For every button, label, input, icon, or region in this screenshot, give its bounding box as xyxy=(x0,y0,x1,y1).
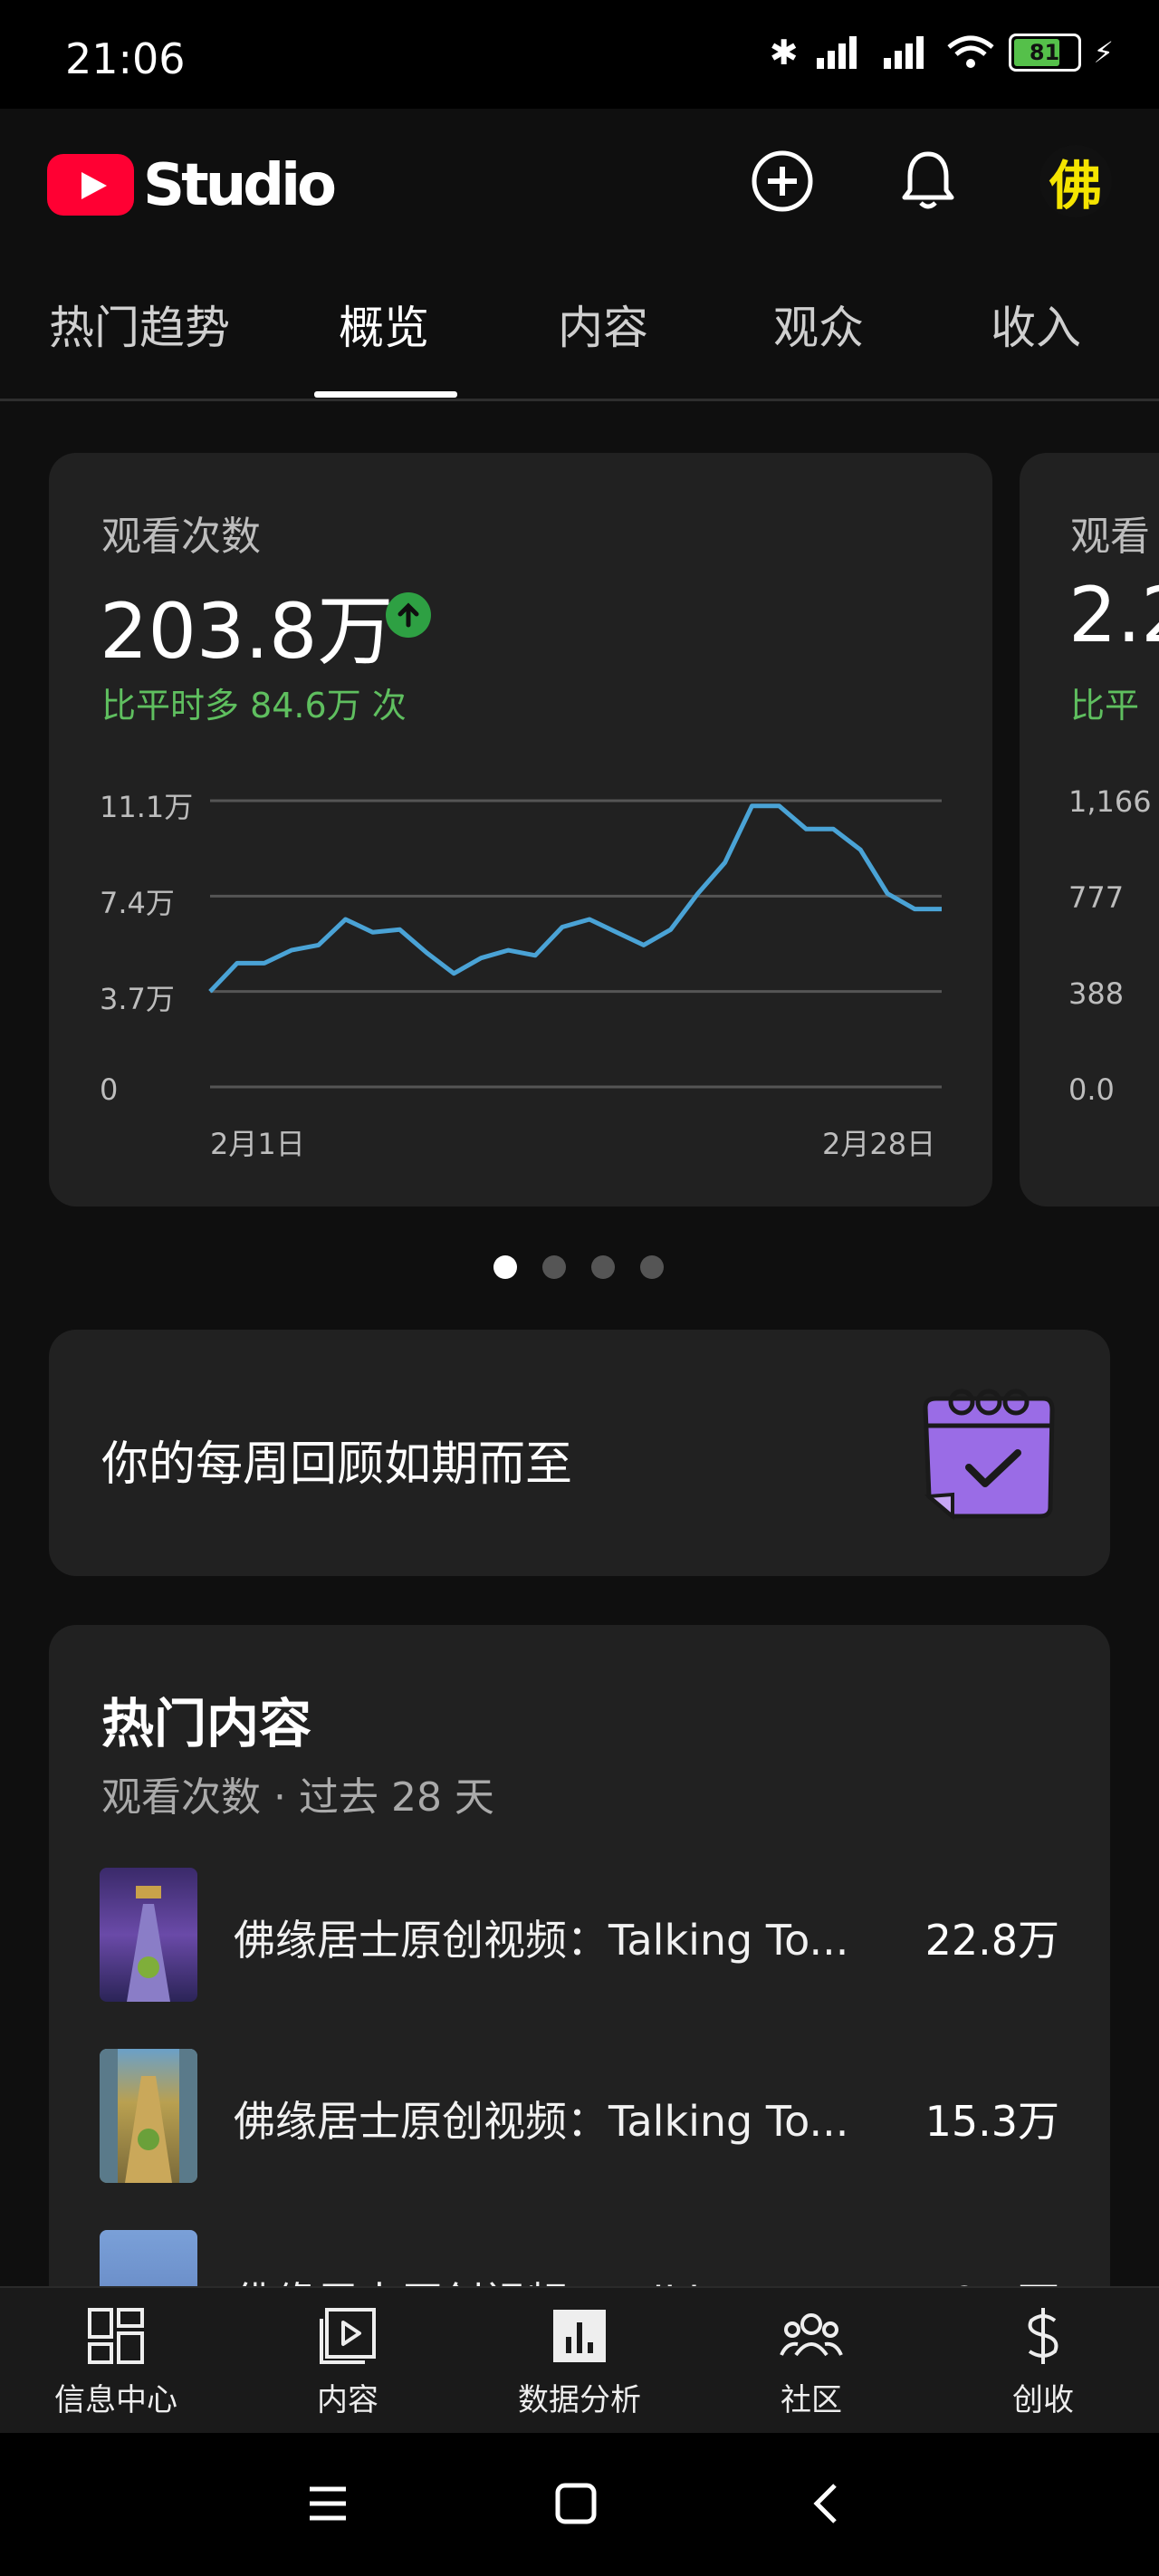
pager-dot[interactable] xyxy=(542,1255,566,1279)
nav-community[interactable]: 社区 xyxy=(721,2306,902,2419)
video-views: 15.3万 xyxy=(924,2097,1059,2146)
back-icon[interactable] xyxy=(804,2482,848,2525)
nav-earn[interactable]: 创收 xyxy=(953,2306,1134,2419)
home-icon[interactable] xyxy=(554,2482,598,2525)
watch-time-card-title: 观看 xyxy=(1070,514,1150,560)
video-title: 佛缘居士原创视频：Talking To... xyxy=(234,1916,849,1965)
nav-label: 信息中心 xyxy=(54,2382,177,2418)
bottom-navigation: 信息中心 内容 数据分析 社区 创收 xyxy=(0,2286,1159,2435)
watch-time-card-value: 2.2 xyxy=(1068,571,1159,659)
views-line-chart xyxy=(208,799,942,1089)
earn-icon xyxy=(1028,2308,1058,2364)
nav-label: 内容 xyxy=(317,2382,378,2418)
menu-icon[interactable] xyxy=(306,2482,350,2525)
dashboard-icon xyxy=(88,2308,144,2364)
nav-label: 创收 xyxy=(1012,2382,1074,2418)
video-title: 佛缘居士原创视频：Talking To... xyxy=(234,2097,849,2146)
nav-label: 社区 xyxy=(781,2382,842,2418)
video-views: 22.8万 xyxy=(924,1916,1059,1965)
content-icon xyxy=(320,2308,376,2364)
weekly-recap-text: 你的每周回顾如期而至 xyxy=(101,1437,573,1492)
pager-dot[interactable] xyxy=(493,1255,517,1279)
y-tick-label: 388 xyxy=(1068,976,1125,1011)
analytics-icon xyxy=(553,2310,606,2362)
nav-analytics[interactable]: 数据分析 xyxy=(489,2306,670,2419)
y-tick-label: 777 xyxy=(1068,880,1125,915)
pager-dot[interactable] xyxy=(591,1255,615,1279)
watch-time-card-delta: 比平 xyxy=(1070,686,1140,726)
nav-dashboard[interactable]: 信息中心 xyxy=(25,2306,206,2419)
video-thumbnail xyxy=(100,2049,197,2183)
nav-content[interactable]: 内容 xyxy=(257,2306,438,2419)
card-pager xyxy=(493,1255,664,1279)
y-tick-label: 1,166 xyxy=(1068,784,1152,819)
pager-dot[interactable] xyxy=(640,1255,664,1279)
community-icon xyxy=(780,2313,843,2357)
calendar-check-icon xyxy=(923,1389,1055,1521)
y-tick-label: 0.0 xyxy=(1068,1072,1115,1107)
nav-label: 数据分析 xyxy=(518,2382,641,2418)
top-content-subtitle: 观看次数 · 过去 28 天 xyxy=(101,1774,494,1821)
top-content-title: 热门内容 xyxy=(101,1693,312,1754)
x-tick-label: 2月1日 xyxy=(210,1127,305,1161)
views-series-line xyxy=(208,803,942,994)
video-thumbnail xyxy=(100,1868,197,2002)
x-tick-label: 2月28日 xyxy=(822,1127,936,1161)
